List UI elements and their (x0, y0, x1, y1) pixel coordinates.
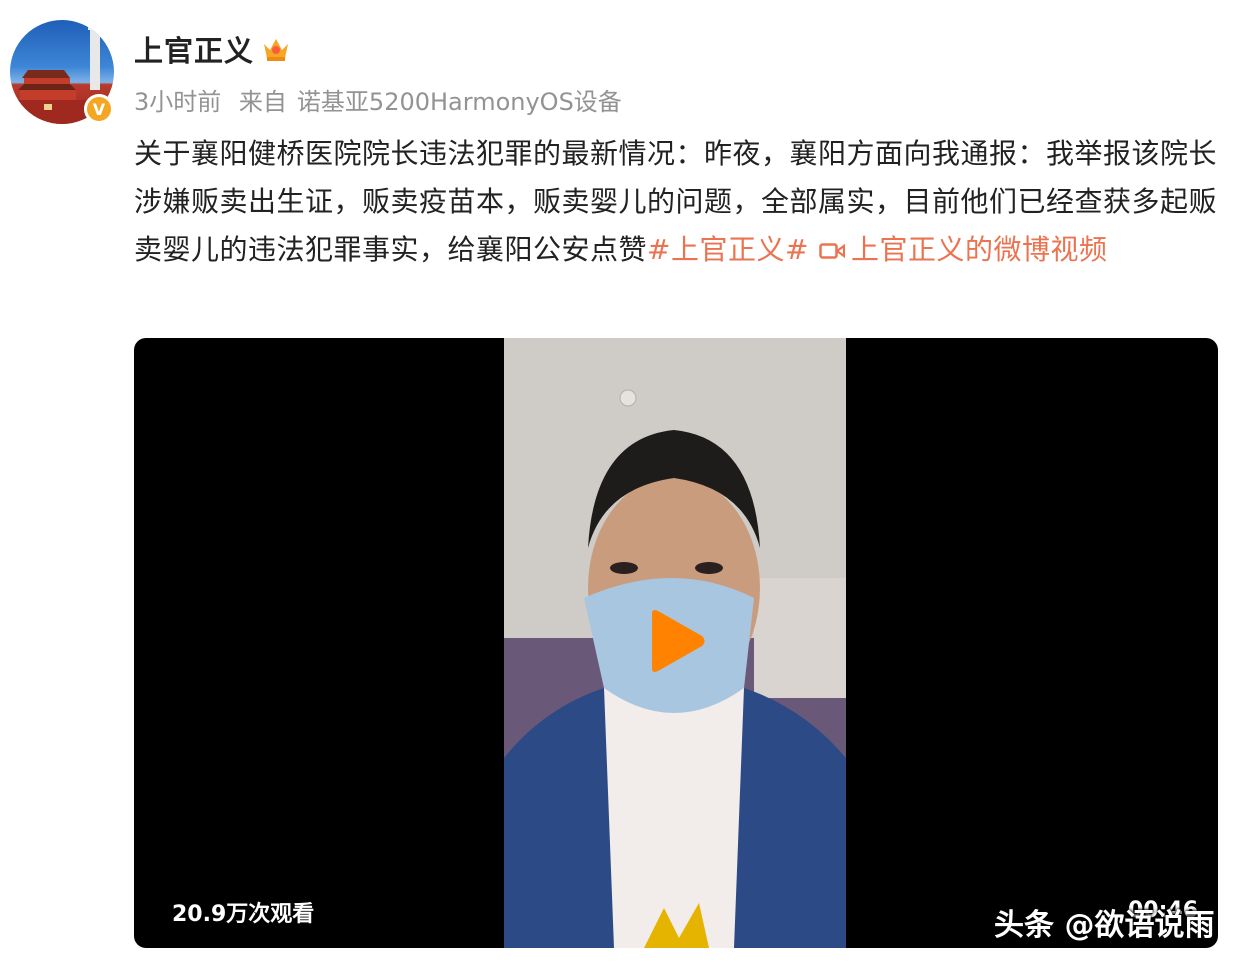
video-icon (819, 243, 845, 259)
username[interactable]: 上官正义 (134, 28, 254, 70)
post-meta: 3小时前 来自 诺基亚5200HarmonyOS设备 (134, 82, 632, 117)
source-prefix: 来自 (238, 88, 287, 116)
hashtag-link[interactable]: #上官正义# (647, 233, 809, 266)
play-icon[interactable] (644, 608, 706, 674)
source-device: 诺基亚5200HarmonyOS设备 (296, 88, 622, 116)
crown-icon[interactable] (262, 36, 290, 62)
view-count: 20.9万次观看 (172, 902, 315, 927)
video-player[interactable]: 20.9万次观看 00:46 (134, 338, 1218, 948)
watermark: 头条 @欲语说雨 (994, 908, 1215, 943)
verified-badge-icon: V (84, 94, 114, 124)
video-link[interactable]: 上官正义的微博视频 (851, 233, 1108, 266)
weibo-post: V 上官正义 3小时前 来自 诺基亚5200HarmonyOS设备 关于襄阳健桥医… (0, 0, 1256, 970)
post-text: 关于襄阳健桥医院院长违法犯罪的最新情况：昨夜，襄阳方面向我通报：我举报该院长涉嫌… (134, 130, 1224, 274)
post-time[interactable]: 3小时前 (134, 88, 221, 116)
